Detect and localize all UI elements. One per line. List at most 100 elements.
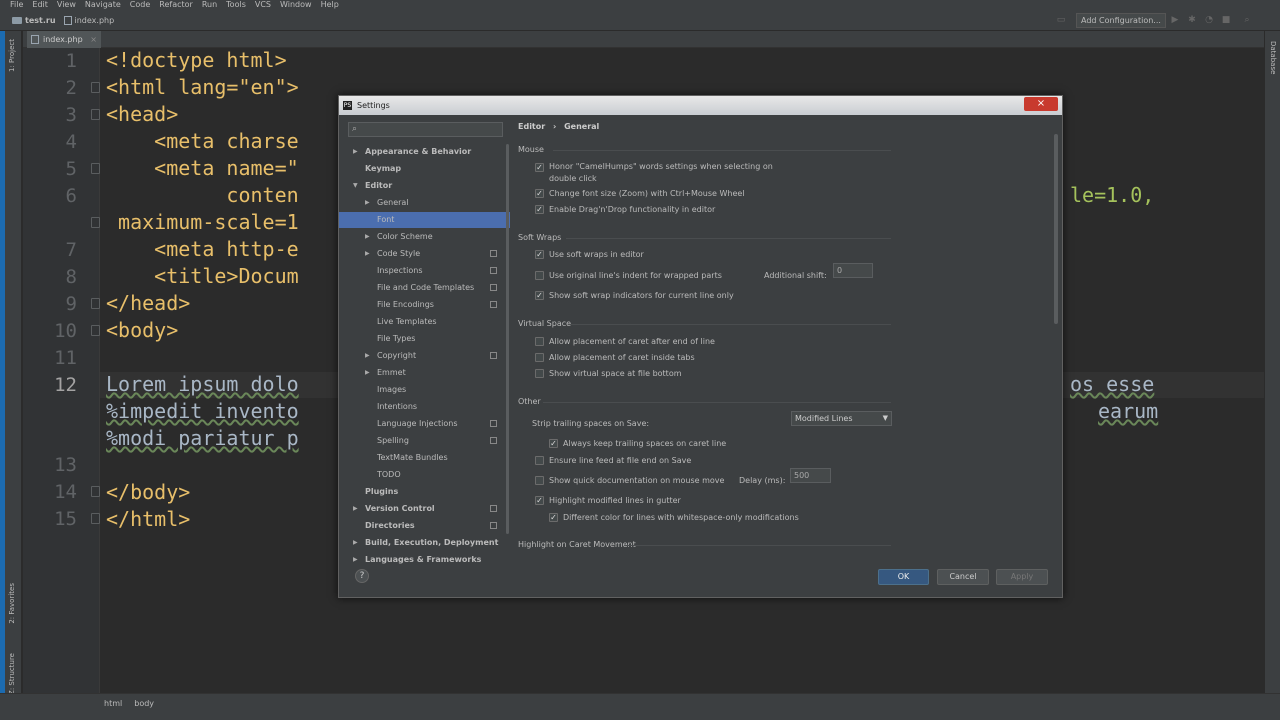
additional-shift-input[interactable]: 0 [833,263,873,278]
menu-vcs[interactable]: VCS [255,0,271,10]
tree-item-emmet[interactable]: ▶ Emmet [339,365,510,381]
soft-wraps-checkbox[interactable]: ✓ [535,250,544,259]
tree-item-version-control[interactable]: ▶ Version Control [339,501,510,517]
nav-project[interactable]: test.ru [12,16,56,25]
tree-item-todo[interactable]: TODO [339,467,510,483]
caret-tabs-checkbox[interactable] [535,353,544,362]
database-tool-button[interactable]: Database [1269,41,1277,74]
help-button[interactable]: ? [355,569,369,583]
debug-icon[interactable]: ✱ [1187,15,1197,25]
menu-run[interactable]: Run [202,0,217,10]
orig-indent-checkbox[interactable] [535,271,544,280]
code-line: <meta charse [106,129,299,153]
tree-item-color-scheme[interactable]: ▶ Color Scheme [339,229,510,245]
tree-item-language-injections[interactable]: Language Injections [339,416,510,432]
close-tab-icon[interactable]: × [90,35,97,44]
settings-search-input[interactable]: ⌕ [348,122,503,137]
menu-tools[interactable]: Tools [226,0,246,10]
code-line: <meta http-e [106,237,299,261]
fold-marker-icon[interactable] [91,82,100,93]
camelhumps-checkbox[interactable]: ✓ [535,163,544,172]
layout-icon[interactable]: ▭ [1056,15,1066,25]
project-scope-icon [490,522,497,529]
settings-breadcrumb: Editor › General [518,122,600,131]
fold-marker-icon[interactable] [91,109,100,120]
tree-item-editor[interactable]: ▼ Editor [339,178,510,194]
tree-item-images[interactable]: Images [339,382,510,398]
tree-item-file-code-templates[interactable]: File and Code Templates [339,280,510,296]
apply-button[interactable]: Apply [996,569,1048,585]
stop-icon[interactable]: ■ [1221,15,1231,25]
menu-navigate[interactable]: Navigate [85,0,121,10]
settings-content: Editor › General Mouse ✓ Honor "CamelHum… [511,116,1056,559]
tree-item-directories[interactable]: Directories [339,518,510,534]
fold-marker-icon[interactable] [91,325,100,336]
highlight-modified-checkbox[interactable]: ✓ [535,496,544,505]
editor-tabs: index.php × [23,31,1264,48]
tree-item-file-types[interactable]: File Types [339,331,510,347]
delay-input[interactable]: 500 [790,468,831,483]
add-configuration-button[interactable]: Add Configuration... [1076,13,1166,28]
dnd-checkbox[interactable]: ✓ [535,205,544,214]
close-dialog-button[interactable]: × [1024,97,1058,111]
menu-window[interactable]: Window [280,0,312,10]
fold-marker-icon[interactable] [91,163,100,174]
tree-item-appearance[interactable]: ▶ Appearance & Behavior [339,144,510,160]
menu-edit[interactable]: Edit [32,0,48,10]
quick-doc-checkbox[interactable] [535,476,544,485]
tree-item-intentions[interactable]: Intentions [339,399,510,415]
search-everywhere-icon[interactable]: ⌕ [1242,15,1252,25]
tree-item-copyright[interactable]: ▶ Copyright [339,348,510,364]
code-line: %impedit invento [106,399,299,423]
tab-index-php[interactable]: index.php × [27,31,101,48]
tree-item-spelling[interactable]: Spelling [339,433,510,449]
menu-file[interactable]: File [10,0,23,10]
tree-item-live-templates[interactable]: Live Templates [339,314,510,330]
code-line: <title>Docum [106,264,299,288]
fold-marker-icon[interactable] [91,486,100,497]
caret-end-checkbox[interactable] [535,337,544,346]
nav-file[interactable]: index.php [63,15,114,25]
code-line: </html> [106,507,191,531]
menu-refactor[interactable]: Refactor [159,0,193,10]
tree-item-general[interactable]: ▶ General [339,195,510,211]
fold-marker-icon[interactable] [91,217,100,228]
project-tool-button[interactable]: 1: Project [8,39,16,72]
code-line: <!doctype html> [106,48,287,72]
fold-marker-icon[interactable] [91,298,100,309]
tree-item-inspections[interactable]: Inspections [339,263,510,279]
menu-view[interactable]: View [57,0,76,10]
coverage-icon[interactable]: ◔ [1204,15,1214,25]
tree-item-file-encodings[interactable]: File Encodings [339,297,510,313]
fold-marker-icon[interactable] [91,513,100,524]
zoom-label: Change font size (Zoom) with Ctrl+Mouse … [549,189,745,198]
content-scrollbar[interactable] [1054,134,1058,324]
section-virtual-space: Virtual Space [518,319,572,328]
run-icon[interactable]: ▶ [1170,15,1180,25]
line-feed-checkbox[interactable] [535,456,544,465]
section-mouse: Mouse [518,145,544,154]
virtual-bottom-checkbox[interactable] [535,369,544,378]
tree-item-font[interactable]: Font [339,212,510,228]
tree-item-keymap[interactable]: Keymap [339,161,510,177]
window-edge [0,31,5,720]
code-line: <html lang="en"> [106,75,299,99]
zoom-checkbox[interactable]: ✓ [535,189,544,198]
tree-item-plugins[interactable]: Plugins [339,484,510,500]
diff-color-checkbox[interactable]: ✓ [549,513,558,522]
ok-button[interactable]: OK [878,569,929,585]
strip-spaces-dropdown[interactable]: Modified Lines ▼ [791,411,892,426]
wrap-indicators-checkbox[interactable]: ✓ [535,291,544,300]
tree-scrollbar[interactable] [506,144,509,534]
menu-help[interactable]: Help [321,0,339,10]
tree-item-build-execution[interactable]: ▶ Build, Execution, Deployment [339,535,510,551]
keep-trailing-checkbox[interactable]: ✓ [549,439,558,448]
structure-tool-button[interactable]: Z: Structure [8,653,16,695]
breadcrumb-body[interactable]: body [134,699,154,708]
cancel-button[interactable]: Cancel [937,569,989,585]
tree-item-code-style[interactable]: ▶ Code Style [339,246,510,262]
favorites-tool-button[interactable]: 2: Favorites [8,583,16,624]
breadcrumb-html[interactable]: html [104,699,122,708]
tree-item-textmate-bundles[interactable]: TextMate Bundles [339,450,510,466]
menu-code[interactable]: Code [130,0,150,10]
